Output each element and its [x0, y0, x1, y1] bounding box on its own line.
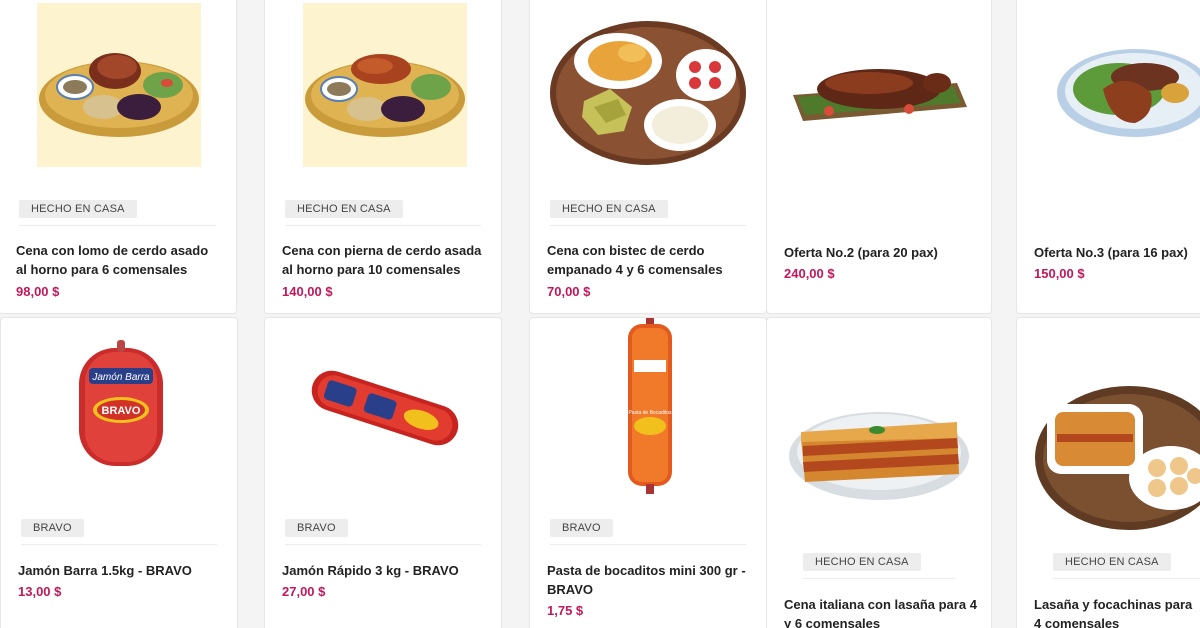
product-title[interactable]: Jamón Barra 1.5kg - BRAVO	[18, 561, 223, 580]
product-price: 1,75 $	[547, 603, 584, 618]
product-price: 150,00 $	[1034, 266, 1085, 281]
category-tag[interactable]: HECHO EN CASA	[19, 200, 137, 218]
product-title[interactable]: Cena con pierna de cerdo asada al horno …	[282, 241, 487, 279]
product-image[interactable]	[787, 396, 973, 506]
dinner-plate-icon	[39, 53, 199, 137]
product-image[interactable]	[37, 3, 201, 167]
product-price: 98,00 $	[16, 284, 60, 299]
bravo-logo: BRAVO	[102, 405, 141, 417]
ham-bar-icon: Jamón Barra BRAVO	[79, 340, 163, 466]
category-tag[interactable]: BRAVO	[285, 519, 348, 537]
category-tag[interactable]: BRAVO	[550, 519, 613, 537]
lasagna-board-icon	[1035, 386, 1200, 530]
category-tag[interactable]: HECHO EN CASA	[285, 200, 403, 218]
product-card[interactable]: Jamón Barra BRAVO BRAVO Jamón Barra 1.5k…	[0, 317, 238, 628]
product-image[interactable]: Pasta de Bocaditos	[624, 318, 676, 496]
product-card[interactable]: BRAVO Jamón Rápido 3 kg - BRAVO 27,00 $	[264, 317, 502, 628]
product-card[interactable]: Oferta No.3 (para 16 pax) 150,00 $	[1016, 0, 1200, 314]
product-title[interactable]: Oferta No.2 (para 20 pax)	[784, 243, 977, 262]
product-title[interactable]: Pasta de bocaditos mini 300 gr - BRAVO	[547, 561, 752, 599]
product-card[interactable]: HECHO EN CASA Cena con bistec de cerdo e…	[529, 0, 767, 314]
paste-tube-icon: Pasta de Bocaditos	[628, 318, 672, 494]
paste-label: Pasta de Bocaditos	[628, 410, 672, 416]
product-title[interactable]: Jamón Rápido 3 kg - BRAVO	[282, 561, 487, 580]
product-card[interactable]: HECHO EN CASA Lasaña y focachinas para 4…	[1016, 317, 1200, 628]
product-card[interactable]: HECHO EN CASA Cena con pierna de cerdo a…	[264, 0, 502, 314]
product-card[interactable]: Oferta No.2 (para 20 pax) 240,00 $	[766, 0, 992, 314]
product-image[interactable]	[548, 11, 752, 171]
product-image[interactable]	[305, 362, 465, 454]
product-price: 13,00 $	[18, 584, 62, 599]
product-price: 70,00 $	[547, 284, 591, 299]
product-title[interactable]: Lasaña y focachinas para 4 comensales	[1034, 595, 1200, 628]
product-title[interactable]: Oferta No.3 (para 16 pax)	[1034, 243, 1200, 262]
product-image[interactable]: Jamón Barra BRAVO	[75, 338, 167, 472]
product-grid: HECHO EN CASA Cena con lomo de cerdo asa…	[0, 0, 1200, 628]
roast-platter-icon	[1057, 49, 1200, 137]
product-image[interactable]	[1033, 382, 1200, 530]
category-tag[interactable]: HECHO EN CASA	[803, 553, 921, 571]
ham-roll-icon	[311, 370, 459, 446]
product-price: 140,00 $	[282, 284, 333, 299]
product-image[interactable]	[789, 53, 971, 133]
product-price: 27,00 $	[282, 584, 326, 599]
product-title[interactable]: Cena con lomo de cerdo asado al horno pa…	[16, 241, 222, 279]
category-tag[interactable]: HECHO EN CASA	[550, 200, 668, 218]
product-image[interactable]	[1055, 41, 1200, 141]
product-image[interactable]	[303, 3, 467, 167]
dinner-plate-icon	[305, 54, 465, 137]
product-title[interactable]: Cena italiana con lasaña para 4 y 6 come…	[784, 595, 977, 628]
lasagna-icon	[789, 412, 969, 500]
product-price: 240,00 $	[784, 266, 835, 281]
breaded-steak-platter-icon	[550, 21, 746, 165]
product-card[interactable]: HECHO EN CASA Cena italiana con lasaña p…	[766, 317, 992, 628]
ham-bar-label: Jamón Barra	[91, 372, 150, 383]
category-tag[interactable]: HECHO EN CASA	[1053, 553, 1171, 571]
product-title[interactable]: Cena con bistec de cerdo empanado 4 y 6 …	[547, 241, 752, 279]
product-card[interactable]: HECHO EN CASA Cena con lomo de cerdo asa…	[0, 0, 237, 314]
roast-pig-icon	[793, 69, 967, 121]
product-card[interactable]: Pasta de Bocaditos BRAVO Pasta de bocadi…	[529, 317, 767, 628]
category-tag[interactable]: BRAVO	[21, 519, 84, 537]
